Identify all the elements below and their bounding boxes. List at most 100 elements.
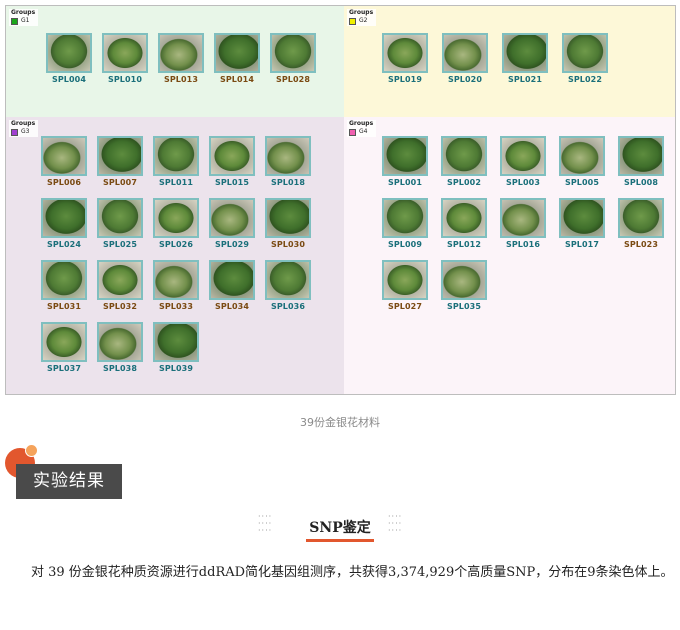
sample-cell: SPL036 xyxy=(265,260,315,311)
legend-label-g4: G4 xyxy=(359,128,368,135)
sample-cell: SPL002 xyxy=(441,136,491,187)
sample-cell: SPL037 xyxy=(41,322,91,373)
plant-photo xyxy=(270,33,316,73)
legend-swatch-g2 xyxy=(349,17,356,25)
sample-cell: SPL013 xyxy=(158,33,208,84)
sample-label: SPL025 xyxy=(102,240,138,249)
legend-swatch-g4 xyxy=(349,128,356,136)
plant-photo xyxy=(153,136,199,176)
plant-photo xyxy=(97,322,143,362)
legend-title: Groups xyxy=(11,120,36,127)
sample-label: SPL007 xyxy=(102,178,138,187)
plant-photo xyxy=(441,198,487,238)
sample-cell: SPL024 xyxy=(41,198,91,249)
sample-label: SPL030 xyxy=(270,240,306,249)
sample-label: SPL037 xyxy=(46,364,82,373)
section-badge: 实验结果 xyxy=(16,464,122,499)
sample-label: SPL001 xyxy=(387,178,423,187)
figure-caption: 39份金银花材料 xyxy=(300,416,380,429)
sample-label: SPL020 xyxy=(447,75,483,84)
sample-cell: SPL011 xyxy=(153,136,203,187)
plant-photo xyxy=(41,136,87,176)
legend-swatch-g1 xyxy=(11,17,18,25)
sample-label: SPL018 xyxy=(270,178,306,187)
plant-photo xyxy=(153,260,199,300)
legend-label-g1: G1 xyxy=(21,17,30,24)
sample-cell: SPL012 xyxy=(441,198,491,249)
plant-photo xyxy=(382,260,428,300)
sample-cell: SPL019 xyxy=(382,33,432,84)
plant-photo xyxy=(562,33,608,73)
legend-title: Groups xyxy=(11,9,36,16)
plant-photo xyxy=(559,198,605,238)
sample-cell: SPL026 xyxy=(153,198,203,249)
sample-cell: SPL015 xyxy=(209,136,259,187)
sample-label: SPL022 xyxy=(567,75,603,84)
sample-cell: SPL001 xyxy=(382,136,432,187)
plant-photo xyxy=(500,198,546,238)
plant-photo xyxy=(209,198,255,238)
sample-cell: SPL010 xyxy=(102,33,152,84)
plant-photo xyxy=(618,198,664,238)
plant-photo xyxy=(265,198,311,238)
sample-label: SPL002 xyxy=(446,178,482,187)
plant-photo xyxy=(209,136,255,176)
sample-label: SPL039 xyxy=(158,364,194,373)
legend-swatch-g3 xyxy=(11,128,18,136)
sample-label: SPL027 xyxy=(387,302,423,311)
sample-label: SPL015 xyxy=(214,178,250,187)
sample-label: SPL032 xyxy=(102,302,138,311)
sample-cell: SPL008 xyxy=(618,136,668,187)
sample-label: SPL024 xyxy=(46,240,82,249)
plant-photo xyxy=(97,260,143,300)
plant-photo xyxy=(46,33,92,73)
sample-cell: SPL009 xyxy=(382,198,432,249)
sample-cell: SPL006 xyxy=(41,136,91,187)
plant-photo xyxy=(442,33,488,73)
sample-label: SPL010 xyxy=(107,75,143,84)
sample-label: SPL006 xyxy=(46,178,82,187)
legend-g2: Groups G2 xyxy=(347,9,377,26)
sample-cell: SPL023 xyxy=(618,198,668,249)
plant-photo xyxy=(214,33,260,73)
sample-label: SPL011 xyxy=(158,178,194,187)
plant-photo xyxy=(41,260,87,300)
sample-label: SPL014 xyxy=(219,75,255,84)
sample-cell: SPL031 xyxy=(41,260,91,311)
plant-photo xyxy=(441,136,487,176)
sample-label: SPL023 xyxy=(623,240,659,249)
plant-photo xyxy=(209,260,255,300)
plant-photo xyxy=(559,136,605,176)
plant-photo xyxy=(382,136,428,176)
sample-cell: SPL038 xyxy=(97,322,147,373)
sample-label: SPL038 xyxy=(102,364,138,373)
sample-cell: SPL022 xyxy=(562,33,612,84)
plant-photo xyxy=(265,136,311,176)
plant-photo xyxy=(618,136,664,176)
sample-label: SPL019 xyxy=(387,75,423,84)
sample-cell: SPL025 xyxy=(97,198,147,249)
sample-cell: SPL027 xyxy=(382,260,432,311)
sample-cell: SPL039 xyxy=(153,322,203,373)
plant-photo xyxy=(500,136,546,176)
legend-title: Groups xyxy=(349,9,374,16)
sample-label: SPL016 xyxy=(505,240,541,249)
sample-cell: SPL018 xyxy=(265,136,315,187)
sample-label: SPL031 xyxy=(46,302,82,311)
sample-label: SPL035 xyxy=(446,302,482,311)
plant-photo xyxy=(41,322,87,362)
sample-label: SPL003 xyxy=(505,178,541,187)
sample-label: SPL026 xyxy=(158,240,194,249)
plant-photo xyxy=(41,198,87,238)
sample-cell: SPL034 xyxy=(209,260,259,311)
plant-photo xyxy=(97,198,143,238)
plant-photo xyxy=(382,198,428,238)
sample-label: SPL005 xyxy=(564,178,600,187)
sample-label: SPL033 xyxy=(158,302,194,311)
subsection-underline xyxy=(306,539,374,542)
sample-cell: SPL005 xyxy=(559,136,609,187)
plant-photo xyxy=(153,322,199,362)
plant-photo xyxy=(441,260,487,300)
sample-label: SPL029 xyxy=(214,240,250,249)
legend-label-g3: G3 xyxy=(21,128,30,135)
